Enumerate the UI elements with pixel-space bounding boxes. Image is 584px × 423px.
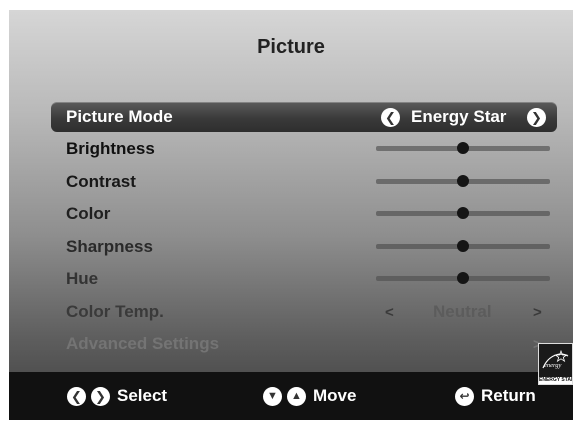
menu-row-sharpness[interactable]: Sharpness bbox=[51, 232, 557, 262]
color-slider-knob[interactable] bbox=[457, 207, 469, 219]
brightness-slider-knob[interactable] bbox=[457, 142, 469, 154]
energy-star-mark: energy bbox=[542, 349, 569, 369]
hue-label: Hue bbox=[66, 269, 99, 288]
return-circle-icon: ↩ bbox=[455, 386, 474, 406]
picture-menu: Picture Picture Mode ❮ Energy Star ❯ Bri… bbox=[9, 10, 573, 420]
menu-row-hue[interactable]: Hue bbox=[51, 264, 557, 294]
footer-hint-bar: ❮ ❯ Select ▼ ▲ Move ↩ Return bbox=[9, 372, 573, 420]
menu-row-picture-mode[interactable]: Picture Mode ❮ Energy Star ❯ bbox=[51, 102, 557, 132]
chevron-down-circle-icon: ▼ bbox=[263, 386, 282, 406]
return-hint: ↩ Return bbox=[455, 386, 536, 406]
hue-slider-track[interactable] bbox=[376, 272, 550, 284]
menu-row-advanced-settings[interactable]: Advanced Settings > bbox=[51, 329, 557, 359]
color-temp-label: Color Temp. bbox=[66, 302, 164, 321]
sharpness-slider-track[interactable] bbox=[376, 240, 550, 252]
contrast-slider-track[interactable] bbox=[376, 175, 550, 187]
menu-row-contrast[interactable]: Contrast bbox=[51, 167, 557, 197]
energy-star-logo-icon: energy ENERGY STAR bbox=[538, 343, 573, 385]
energy-star-caption: ENERGY STAR bbox=[539, 377, 572, 384]
chevron-left-circle-icon: ❮ bbox=[67, 386, 86, 406]
chevron-right-circle-icon[interactable]: ❯ bbox=[527, 107, 546, 127]
contrast-label: Contrast bbox=[66, 172, 136, 191]
return-hint-label: Return bbox=[481, 386, 536, 405]
move-hint-label: Move bbox=[313, 386, 357, 405]
color-temp-value: Neutral bbox=[433, 302, 492, 321]
chevron-left-circle-icon[interactable]: ❮ bbox=[381, 107, 400, 127]
color-slider-track[interactable] bbox=[376, 207, 550, 219]
chevron-right-icon[interactable]: > bbox=[533, 304, 542, 321]
color-label: Color bbox=[66, 204, 111, 223]
contrast-slider-knob[interactable] bbox=[457, 175, 469, 187]
chevron-up-circle-icon: ▲ bbox=[287, 386, 306, 406]
sharpness-label: Sharpness bbox=[66, 237, 153, 256]
menu-row-color-temp[interactable]: Color Temp. < Neutral > bbox=[51, 297, 557, 327]
brightness-label: Brightness bbox=[66, 139, 155, 158]
select-hint: ❮ ❯ Select bbox=[67, 386, 167, 406]
move-hint: ▼ ▲ Move bbox=[263, 386, 356, 406]
menu-row-color[interactable]: Color bbox=[51, 199, 557, 229]
picture-mode-label: Picture Mode bbox=[66, 107, 173, 126]
energy-star-script: energy bbox=[544, 362, 562, 369]
select-hint-label: Select bbox=[117, 386, 168, 405]
advanced-settings-label: Advanced Settings bbox=[66, 334, 220, 353]
picture-mode-value: Energy Star bbox=[411, 107, 507, 126]
menu-title: Picture bbox=[257, 36, 325, 58]
hue-slider-knob[interactable] bbox=[457, 272, 469, 284]
chevron-left-icon[interactable]: < bbox=[385, 304, 394, 321]
chevron-right-circle-icon: ❯ bbox=[91, 386, 110, 406]
brightness-slider-track[interactable] bbox=[376, 142, 550, 154]
menu-row-brightness[interactable]: Brightness bbox=[51, 134, 557, 164]
sharpness-slider-knob[interactable] bbox=[457, 240, 469, 252]
